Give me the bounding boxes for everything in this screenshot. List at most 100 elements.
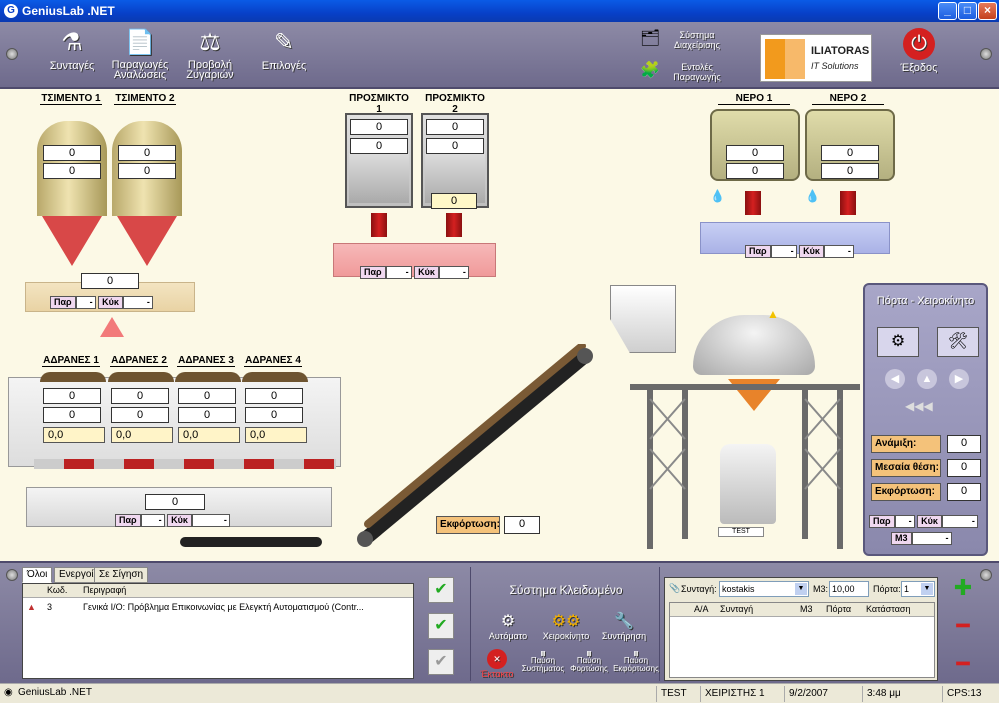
water-scale-platform: Παρ - Κύκ - [700, 222, 890, 258]
orders-table: Α/Α Συνταγή M3 Πόρτα Κατάσταση [669, 602, 935, 678]
table-row[interactable]: ▲ 3 Γενικά Ι/Ο: Πρόβλημα Επικοινωνίας με… [23, 600, 413, 614]
aggregate-2-value-2: 0 [111, 407, 169, 423]
aggregate-1-value-1: 0 [43, 388, 101, 404]
clear-button[interactable]: ✔ [428, 649, 454, 675]
m3-value[interactable]: - [911, 532, 952, 545]
truck-icon [720, 444, 776, 524]
alarms-header: Κωδ. Περιγραφή [23, 584, 413, 598]
par-value[interactable]: - [140, 514, 165, 527]
auto-icon: ⚙ [500, 613, 516, 630]
par-label: Παρ [869, 515, 895, 528]
par-value[interactable]: - [770, 245, 797, 258]
gears-button[interactable]: ⚙ [877, 327, 919, 357]
door-unload-value: 0 [947, 483, 981, 501]
aggregate-4-label: ΑΔΡΑΝΕΣ 4 [244, 355, 302, 367]
door-select[interactable]: 1 ▼ [901, 581, 935, 597]
close-button[interactable]: × [978, 2, 997, 20]
aggregate-1-spinner[interactable]: 0,0 [43, 427, 105, 443]
minimize-button[interactable]: _ [938, 2, 957, 20]
tab-muted[interactable]: Σε Σίγηση [94, 567, 149, 583]
logo-mark [765, 39, 805, 79]
ack-all-button[interactable]: ✔ [428, 613, 454, 639]
manual-button[interactable]: ⚙⚙ Χειροκίνητο [539, 611, 593, 641]
water-1-value-2: 0 [726, 163, 784, 179]
par-value[interactable]: - [894, 515, 915, 528]
additive-hopper-1: 0 0 [345, 103, 413, 208]
power-icon: ⏻ [903, 28, 935, 60]
aggregate-gates [34, 459, 336, 469]
settings-button[interactable]: 🛠 [937, 327, 979, 357]
m3-spinner[interactable]: 10,00 [829, 581, 869, 597]
ack-button[interactable]: ✔ [428, 577, 454, 603]
kuk-label: Κύκ [167, 514, 192, 527]
rewind-icon: ◀◀◀ [905, 399, 933, 413]
aggregate-4-spinner[interactable]: 0,0 [245, 427, 307, 443]
arrow-left-button[interactable]: ◀ [885, 369, 905, 389]
water-tank-1: 0 0 [710, 99, 800, 189]
par-value[interactable]: - [385, 266, 412, 279]
aggregate-3-pile [175, 372, 241, 382]
cement-1-value-1: 0 [43, 145, 101, 161]
water-par-kuk: Παρ - Κύκ - [745, 245, 854, 258]
gears-icon: ⚙ [890, 333, 906, 350]
door-par-kuk: Παρ - Κύκ - [869, 515, 978, 528]
system-status: Σύστημα Κλειδωμένο [509, 583, 623, 597]
kuk-value[interactable]: - [438, 266, 469, 279]
exit-button[interactable]: ⏻ Έξοδος [880, 28, 958, 74]
water-drop-icon: 💧 [805, 189, 820, 203]
screw-icon [6, 48, 18, 60]
warning-icon: ▲ [27, 602, 36, 612]
pause-load-button[interactable]: ⏸ Παύση Φορτώσης [567, 647, 611, 673]
kuk-value[interactable]: - [122, 296, 153, 309]
par-label: Παρ [745, 245, 771, 258]
window-title: GeniusLab .NET [22, 4, 115, 18]
arrow-right-button[interactable]: ▶ [949, 369, 969, 389]
maximize-button[interactable]: □ [958, 2, 977, 20]
app-icon: G [4, 4, 18, 18]
status-time: 3:48 μμ [862, 686, 942, 702]
status-cps: CPS:13 [942, 686, 998, 702]
paperclip-icon: 📎 [669, 583, 681, 593]
aggregate-2-value-1: 0 [111, 388, 169, 404]
auto-button[interactable]: ⚙ Αυτόματο [481, 611, 535, 641]
kuk-value[interactable]: - [191, 514, 230, 527]
aggregate-1-value-2: 0 [43, 407, 101, 423]
tab-active[interactable]: Ενεργοί [54, 567, 99, 583]
cement-1-value-2: 0 [43, 163, 101, 179]
emergency-button[interactable]: ✕ Έκτακτο [477, 649, 517, 679]
mix-value: 0 [947, 435, 981, 453]
remove-order-button[interactable]: ━ [948, 613, 978, 643]
recipe-select[interactable]: kostakis ▼ [719, 581, 809, 597]
options-button[interactable]: ✎ Επιλογές [244, 28, 324, 72]
tab-all[interactable]: Όλοι [22, 567, 53, 583]
additive-2-value-2: 0 [426, 138, 484, 154]
col-m3: M3 [800, 604, 813, 614]
management-icon: 🗂 [640, 30, 661, 47]
status-operator: ΧΕΙΡΙΣΤΗΣ 1 [700, 686, 784, 702]
options-icon: ✎ [273, 29, 295, 56]
hopper-chute [610, 285, 676, 353]
aggregate-scale-platform: 0 Παρ - Κύκ - [26, 487, 332, 527]
pause-unload-button[interactable]: ⏸ Παύση Εκφόρτωσης [613, 647, 659, 673]
aggregate-3-spinner[interactable]: 0,0 [178, 427, 240, 443]
production-button[interactable]: 📄 Παραγωγές Αναλώσεις [100, 28, 180, 81]
scale-view-button[interactable]: ⚖ Προβολή Ζυγαριών [170, 28, 250, 81]
aggregate-2-spinner[interactable]: 0,0 [111, 427, 173, 443]
maintenance-button[interactable]: 🔧 Συντήρηση [597, 611, 651, 641]
kuk-value[interactable]: - [823, 245, 854, 258]
arrow-up-button[interactable]: ▲ [917, 369, 937, 389]
kuk-label: Κύκ [799, 245, 824, 258]
clear-orders-button[interactable]: ━ [948, 651, 978, 681]
pause-system-button[interactable]: ⏸ Παύση Συστήματος [521, 647, 565, 673]
cement-scale-value: 0 [81, 273, 139, 289]
kuk-value[interactable]: - [941, 515, 978, 528]
door-unload-label: Εκφόρτωση: [871, 483, 941, 501]
cement-2-value-1: 0 [118, 145, 176, 161]
production-commands-label: Εντολές Παραγωγής [673, 62, 721, 82]
management-system-label: Σύστημα Διαχείρισης [674, 30, 720, 50]
aggregate-2-pile [108, 372, 174, 382]
par-value[interactable]: - [75, 296, 96, 309]
add-order-button[interactable]: ✚ [948, 575, 978, 605]
m3-label: M3 [891, 532, 912, 545]
aggregate-4-pile [242, 372, 308, 382]
